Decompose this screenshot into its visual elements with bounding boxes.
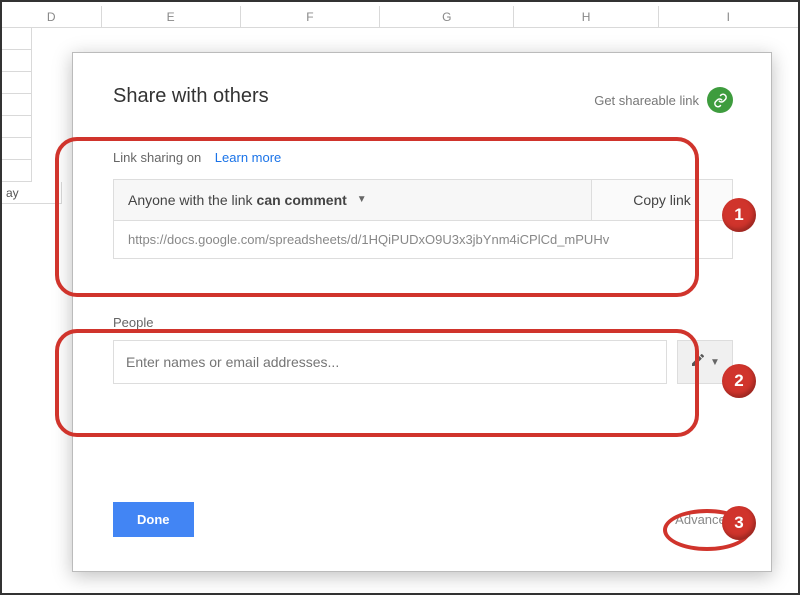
cell[interactable]	[2, 72, 32, 94]
permission-level: can comment	[257, 180, 347, 220]
link-icon	[707, 87, 733, 113]
people-label: People	[113, 315, 733, 330]
permission-prefix: Anyone with the link	[128, 180, 253, 220]
col-F[interactable]: F	[241, 6, 380, 28]
get-shareable-link-label: Get shareable link	[594, 93, 699, 108]
cell[interactable]	[2, 116, 32, 138]
col-G[interactable]: G	[380, 6, 514, 28]
permission-row: Anyone with the link can comment ▼ Copy …	[113, 179, 733, 221]
spreadsheet-column-headers: D E F G H I	[2, 6, 798, 28]
cell[interactable]	[2, 28, 32, 50]
col-E[interactable]: E	[102, 6, 241, 28]
people-input[interactable]	[113, 340, 667, 384]
learn-more-link[interactable]: Learn more	[215, 150, 281, 165]
cell[interactable]	[2, 138, 32, 160]
permission-dropdown[interactable]: Anyone with the link can comment ▼	[114, 180, 592, 220]
cell[interactable]	[2, 160, 32, 182]
cell[interactable]	[2, 94, 32, 116]
spreadsheet-rows: ay	[2, 28, 62, 204]
cell[interactable]: ay	[2, 182, 62, 204]
annotation-badge-1: 1	[722, 198, 756, 232]
cell[interactable]	[2, 50, 32, 72]
copy-link-button[interactable]: Copy link	[592, 180, 732, 220]
col-I[interactable]: I	[659, 6, 798, 28]
share-url[interactable]: https://docs.google.com/spreadsheets/d/1…	[113, 221, 733, 259]
chevron-down-icon: ▼	[357, 180, 367, 220]
pencil-icon	[690, 352, 706, 373]
annotation-badge-2: 2	[722, 364, 756, 398]
chevron-down-icon: ▼	[710, 357, 720, 368]
col-H[interactable]: H	[514, 6, 658, 28]
dialog-footer: Done Advanced	[113, 502, 733, 537]
people-row: ▼	[113, 340, 733, 384]
annotation-badge-3: 3	[722, 506, 756, 540]
done-button[interactable]: Done	[113, 502, 194, 537]
col-D[interactable]: D	[2, 6, 102, 28]
get-shareable-link[interactable]: Get shareable link	[594, 87, 733, 113]
link-sharing-status: Link sharing on Learn more	[113, 150, 733, 165]
share-dialog: Share with others Get shareable link Lin…	[72, 52, 772, 572]
